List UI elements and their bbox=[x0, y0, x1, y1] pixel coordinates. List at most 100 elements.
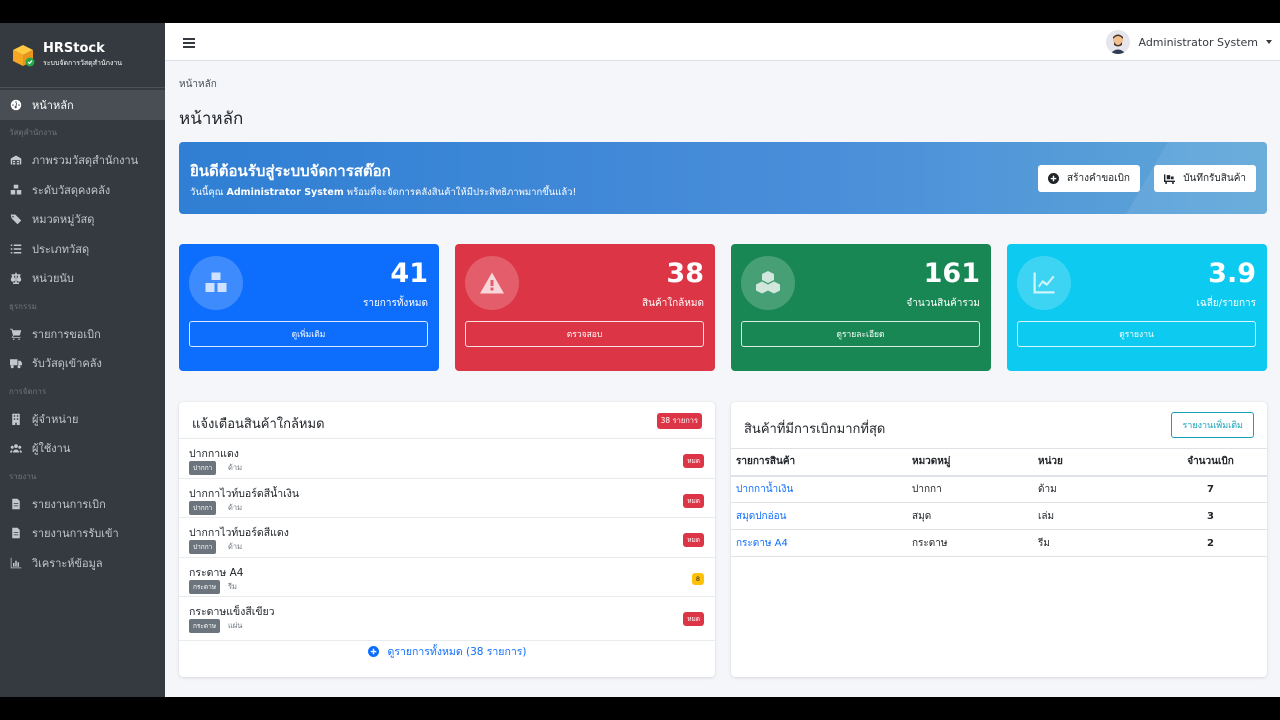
low-stock-card: แจ้งเตือนสินค้าใกล้หมด 38 รายการ ปากกาแด… bbox=[179, 402, 715, 677]
product-link[interactable]: สมุดปกอ่อน bbox=[736, 511, 786, 522]
table-cell: 3 bbox=[1149, 502, 1267, 530]
welcome-title: ยินดีต้อนรับสู่ระบบจัดการสต๊อก bbox=[190, 162, 391, 180]
sidebar-item-label: รายงานการเบิก bbox=[32, 497, 106, 511]
sidebar-item-suppliers[interactable]: ผู้จำหน่าย bbox=[0, 404, 165, 434]
sidebar-nav: หน้าหลัก วัสดุสำนักงาน ภาพรวมวัสดุสำนักง… bbox=[0, 88, 165, 578]
table-header-row: รายการสินค้า หมวดหมู่ หน่วย จำนวนเบิก bbox=[731, 448, 1267, 477]
boxes-icon bbox=[9, 183, 23, 197]
record-receive-button[interactable]: บันทึกรับสินค้า bbox=[1154, 165, 1256, 192]
file-icon bbox=[9, 526, 23, 540]
low-stock-count-badge: 38 รายการ bbox=[656, 413, 702, 429]
item-unit: ด้าม bbox=[228, 502, 243, 512]
top-requested-title: สินค้าที่มีการเบิกมากที่สุด bbox=[744, 422, 886, 437]
column-header: หน่วย bbox=[1033, 448, 1149, 477]
sidebar-item-label: ประเภทวัสดุ bbox=[32, 242, 90, 256]
stat-value: 3.9 bbox=[1208, 258, 1256, 289]
sidebar-item-request-report[interactable]: รายงานการเบิก bbox=[0, 489, 165, 519]
cubes-icon bbox=[741, 256, 795, 310]
list-item[interactable]: ปากกาไวท์บอร์ดสีแดง ปากกา ด้าม หมด bbox=[179, 517, 715, 557]
users-icon bbox=[9, 441, 23, 455]
status-badge: หมด bbox=[683, 454, 704, 468]
stat-label: รายการทั้งหมด bbox=[362, 298, 428, 309]
dashboard-icon bbox=[9, 98, 23, 112]
stat-average: 3.9 เฉลี่ย/รายการ ดูรายงาน bbox=[1007, 244, 1267, 371]
sidebar-item-users[interactable]: ผู้ใช้งาน bbox=[0, 434, 165, 464]
topbar: Administrator System bbox=[165, 23, 1280, 61]
table-row: สมุดปกอ่อน สมุด เล่ม 3 bbox=[731, 502, 1267, 530]
user-menu[interactable]: Administrator System bbox=[1106, 30, 1272, 54]
column-header: รายการสินค้า bbox=[731, 448, 907, 477]
brand[interactable]: HRStock ระบบจัดการวัสดุสำนักงาน bbox=[0, 23, 165, 88]
table-cell: ปากกา bbox=[907, 475, 1033, 503]
app-window: HRStock ระบบจัดการวัสดุสำนักงาน หน้าหลัก… bbox=[0, 23, 1280, 697]
status-badge: หมด bbox=[683, 533, 704, 547]
sidebar-item-label: ผู้จำหน่าย bbox=[32, 412, 79, 426]
item-unit: ด้าม bbox=[228, 542, 243, 551]
list-item[interactable]: ปากกาไวท์บอร์ดสีน้ำเงิน ปากกา ด้าม หมด bbox=[179, 477, 715, 518]
product-link[interactable]: กระดาษ A4 bbox=[736, 538, 788, 549]
sidebar-item-materials-overview[interactable]: ภาพรวมวัสดุสำนักงาน bbox=[0, 146, 165, 176]
view-report-button[interactable]: ดูรายงาน bbox=[1017, 321, 1256, 347]
more-report-button[interactable]: รายงานเพิ่มเติม bbox=[1171, 412, 1254, 438]
list-item[interactable]: ปากกาแดง ปากกา ด้าม หมด bbox=[179, 438, 715, 478]
file-icon bbox=[9, 497, 23, 511]
welcome-user: Administrator System bbox=[226, 187, 344, 198]
item-name: กระดาษ A4 bbox=[189, 566, 244, 579]
stat-value: 41 bbox=[390, 258, 428, 289]
sidebar-item-home[interactable]: หน้าหลัก bbox=[0, 90, 165, 120]
sidebar-item-receive[interactable]: รับวัสดุเข้าคลัง bbox=[0, 349, 165, 379]
column-header: หมวดหมู่ bbox=[907, 448, 1033, 477]
table-cell: ด้าม bbox=[1033, 475, 1149, 503]
sidebar-item-label: หน่วยนับ bbox=[32, 272, 74, 286]
caret-down-icon bbox=[1266, 40, 1272, 44]
sidebar-item-label: รายการขอเบิก bbox=[32, 327, 101, 341]
menu-toggle-icon[interactable] bbox=[183, 35, 195, 49]
sidebar-item-label: รับวัสดุเข้าคลัง bbox=[32, 357, 102, 371]
brand-subtitle: ระบบจัดการวัสดุสำนักงาน bbox=[43, 58, 123, 67]
sidebar-item-label: รายงานการรับเข้า bbox=[32, 527, 119, 541]
sidebar-item-types[interactable]: ประเภทวัสดุ bbox=[0, 234, 165, 264]
welcome-banner: ยินดีต้อนรับสู่ระบบจัดการสต๊อก วันนี้คุณ… bbox=[179, 142, 1267, 214]
table-cell: กระดาษ bbox=[907, 529, 1033, 557]
sidebar: HRStock ระบบจัดการวัสดุสำนักงาน หน้าหลัก… bbox=[0, 23, 165, 697]
check-button[interactable]: ตรวจสอบ bbox=[465, 321, 704, 347]
plus-circle-icon bbox=[367, 646, 379, 657]
nav-header-transactions: ธุรกรรม bbox=[9, 301, 37, 311]
warning-icon bbox=[465, 256, 519, 310]
sidebar-item-stock-level[interactable]: ระดับวัสดุคงคลัง bbox=[0, 175, 165, 205]
view-all-link[interactable]: ดูรายการทั้งหมด (38 รายการ) bbox=[179, 640, 715, 660]
category-badge: กระดาษ bbox=[189, 619, 221, 633]
warehouse-icon bbox=[9, 153, 23, 167]
sidebar-item-analytics[interactable]: วิเคราะห์ข้อมูล bbox=[0, 548, 165, 578]
table-cell: สมุด bbox=[907, 502, 1033, 530]
sidebar-item-label: ผู้ใช้งาน bbox=[32, 442, 71, 456]
item-name: กระดาษแข็งสีเขียว bbox=[189, 606, 275, 618]
table-row: กระดาษ A4 กระดาษ รีม 2 bbox=[731, 529, 1267, 557]
sidebar-item-requests[interactable]: รายการขอเบิก bbox=[0, 319, 165, 349]
truck-icon bbox=[9, 356, 23, 370]
view-details-button[interactable]: ดูรายละเอียด bbox=[741, 321, 980, 347]
nav-header-manage: การจัดการ bbox=[9, 386, 47, 396]
create-request-button[interactable]: สร้างคำขอเบิก bbox=[1038, 165, 1140, 192]
tags-icon bbox=[9, 212, 23, 226]
stat-value: 38 bbox=[666, 258, 704, 289]
stat-label: สินค้าใกล้หมด bbox=[642, 298, 704, 309]
sidebar-item-units[interactable]: หน่วยนับ bbox=[0, 264, 165, 294]
breadcrumb[interactable]: หน้าหลัก bbox=[179, 77, 217, 92]
sidebar-item-categories[interactable]: หมวดหมู่วัสดุ bbox=[0, 205, 165, 235]
item-unit: แผ่น bbox=[228, 621, 243, 630]
sidebar-item-label: หน้าหลัก bbox=[32, 98, 74, 112]
sidebar-item-receive-report[interactable]: รายงานการรับเข้า bbox=[0, 519, 165, 549]
plus-circle-icon bbox=[1048, 173, 1060, 184]
list-item[interactable]: กระดาษ A4 กระดาษ รีม 8 bbox=[179, 556, 715, 597]
status-badge: 8 bbox=[691, 572, 704, 585]
list-item[interactable]: กระดาษแข็งสีเขียว กระดาษ แผ่น หมด bbox=[179, 596, 715, 636]
top-requested-table: รายการสินค้า หมวดหมู่ หน่วย จำนวนเบิก ปา… bbox=[731, 448, 1267, 557]
bar-chart-icon bbox=[9, 556, 23, 570]
item-unit: ด้าม bbox=[228, 463, 243, 472]
category-badge: ปากกา bbox=[189, 540, 217, 554]
item-name: ปากกาแดง bbox=[189, 448, 239, 460]
view-more-button[interactable]: ดูเพิ่มเติม bbox=[189, 321, 428, 347]
line-chart-icon bbox=[1017, 256, 1071, 310]
product-link[interactable]: ปากกาน้ำเงิน bbox=[736, 484, 793, 495]
